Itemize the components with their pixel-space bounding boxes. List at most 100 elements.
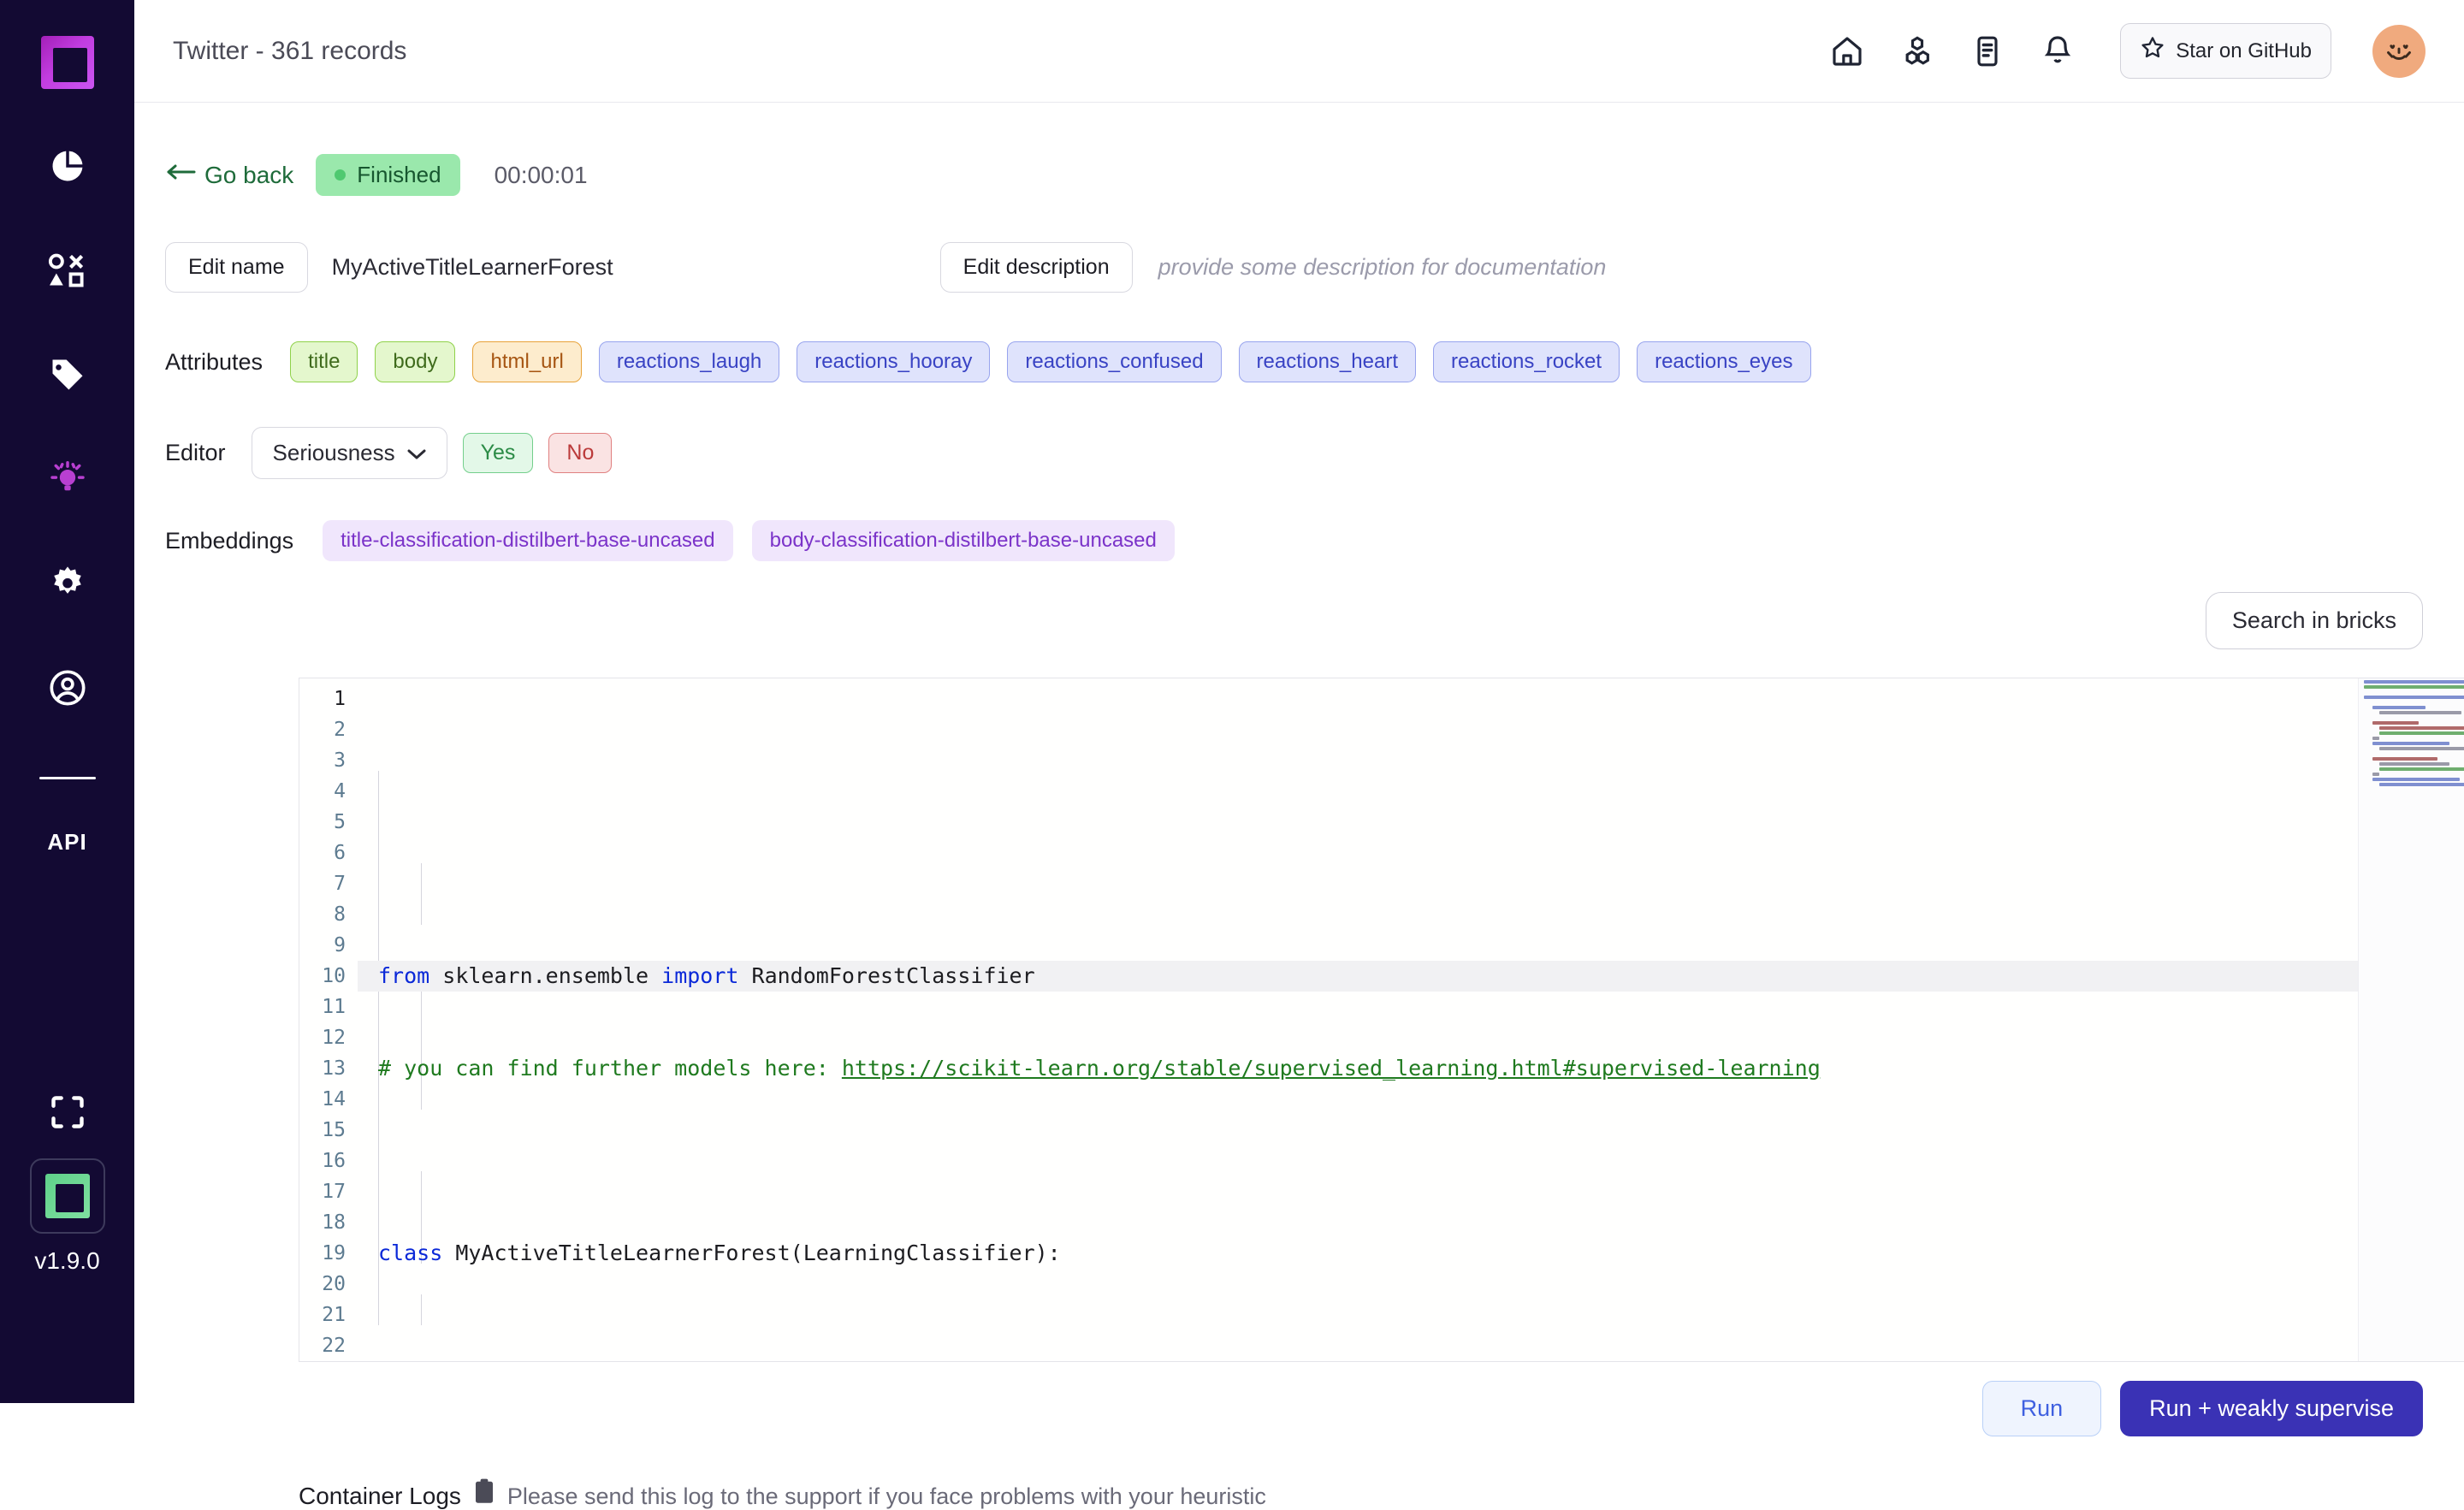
sidebar-item-labeling[interactable]	[40, 243, 95, 298]
embedding-chip[interactable]: title-classification-distilbert-base-unc…	[323, 520, 733, 561]
line-number: 19	[322, 1242, 346, 1264]
version-logo-box	[29, 1158, 105, 1234]
app-header: Twitter - 361 records Star on GitHub	[134, 0, 2464, 103]
line-number: 5	[334, 811, 346, 833]
container-logs-section: Container Logs Please send this log to t…	[299, 1478, 1266, 1510]
code-line: class MyActiveTitleLearnerForest(Learnin…	[378, 1241, 1061, 1265]
description-placeholder: provide some description for documentati…	[1158, 253, 1607, 280]
status-badge-label: Finished	[357, 162, 441, 187]
attribute-chip[interactable]: reactions_laugh	[598, 341, 780, 382]
code-editor[interactable]: 1 2 3 4 5 6 7 8 9 10 11 12 13 14 15 16 1…	[299, 678, 2464, 1362]
sidebar-item-overview[interactable]	[40, 139, 95, 193]
line-number: 13	[322, 1057, 346, 1080]
status-row: Go back Finished 00:00:01	[165, 154, 2464, 196]
star-on-github-label: Star on GitHub	[2176, 38, 2312, 62]
sidebar-item-api[interactable]: API	[47, 829, 86, 856]
go-back-label: Go back	[204, 161, 294, 188]
status-badge: Finished	[316, 154, 460, 196]
version-label: v1.9.0	[34, 1247, 100, 1274]
labeling-task-value: Seriousness	[272, 440, 395, 465]
chevron-down-icon	[407, 440, 426, 466]
shapes-icon	[48, 252, 87, 288]
line-number: 14	[322, 1088, 346, 1110]
sidebar-divider	[38, 777, 96, 779]
code-line: from sklearn.ensemble import RandomFores…	[358, 961, 2464, 992]
editor-label: Editor	[165, 440, 226, 465]
bell-icon[interactable]	[2038, 32, 2077, 71]
nodes-icon[interactable]	[1898, 32, 1937, 71]
main-content: Go back Finished 00:00:01 Edit name MyAc…	[134, 103, 2464, 1509]
code-text[interactable]: from sklearn.ensemble import RandomFores…	[358, 678, 2464, 1361]
attribute-chip[interactable]: reactions_eyes	[1637, 341, 1811, 382]
line-number: 16	[322, 1150, 346, 1172]
sidebar-item-expand[interactable]	[40, 1085, 95, 1140]
label-option-yes[interactable]: Yes	[462, 433, 534, 473]
line-number: 3	[334, 749, 346, 772]
label-option-no[interactable]: No	[548, 433, 613, 473]
sidebar-item-heuristics[interactable]	[40, 452, 95, 506]
line-number: 21	[322, 1304, 346, 1326]
line-number: 10	[322, 965, 346, 987]
tag-icon	[50, 357, 86, 393]
line-number: 11	[322, 996, 346, 1018]
embeddings-label: Embeddings	[165, 527, 294, 554]
status-dot-icon	[335, 169, 346, 181]
header-actions: Star on GitHub	[1827, 23, 2426, 79]
line-number: 20	[322, 1273, 346, 1295]
heuristic-name: MyActiveTitleLearnerForest	[331, 253, 613, 280]
star-on-github-button[interactable]: Star on GitHub	[2120, 23, 2331, 79]
page-title: Twitter - 361 records	[173, 36, 407, 65]
attributes-label: Attributes	[165, 348, 264, 375]
attribute-chip[interactable]: reactions_rocket	[1432, 341, 1620, 382]
embeddings-row: Embeddings title-classification-distilbe…	[165, 520, 2464, 561]
line-number: 1	[334, 688, 346, 710]
run-button[interactable]: Run	[1981, 1381, 2102, 1436]
editor-actions: Run Run + weakly supervise	[1981, 1381, 2423, 1436]
line-number: 4	[334, 780, 346, 802]
attribute-chip[interactable]: reactions_hooray	[797, 341, 991, 382]
line-number: 18	[322, 1211, 346, 1234]
run-weakly-supervise-button[interactable]: Run + weakly supervise	[2120, 1381, 2423, 1436]
user-circle-icon	[49, 669, 86, 707]
star-icon	[2140, 35, 2165, 67]
lightbulb-icon	[49, 460, 86, 498]
line-number: 7	[334, 873, 346, 895]
sidebar: API v1.9.0	[0, 0, 134, 1403]
expand-icon	[49, 1093, 86, 1131]
app-logo-icon[interactable]	[40, 36, 94, 89]
attribute-chip[interactable]: reactions_heart	[1238, 341, 1416, 382]
avatar[interactable]	[2372, 24, 2426, 78]
editor-minimap[interactable]	[2358, 678, 2464, 1361]
sidebar-item-account[interactable]	[40, 660, 95, 715]
attribute-chip[interactable]: html_url	[472, 341, 582, 382]
sidebar-item-settings[interactable]	[40, 556, 95, 611]
run-timer: 00:00:01	[494, 161, 588, 188]
embedding-chip[interactable]: body-classification-distilbert-base-unca…	[751, 520, 1175, 561]
line-number: 22	[322, 1335, 346, 1357]
go-back-button[interactable]: Go back	[165, 161, 293, 189]
gear-icon	[50, 566, 86, 601]
sidebar-item-tags[interactable]	[40, 347, 95, 402]
meta-row: Edit name MyActiveTitleLearnerForest Edi…	[165, 237, 2464, 297]
editor-row: Editor Seriousness Yes No	[165, 427, 2464, 479]
line-number: 9	[334, 934, 346, 956]
pie-chart-icon	[50, 148, 86, 184]
search-in-bricks-button[interactable]: Search in bricks	[2205, 592, 2423, 649]
attribute-chip[interactable]: title	[290, 341, 358, 382]
attributes-row: Attributes title body html_url reactions…	[165, 341, 2464, 382]
edit-name-button[interactable]: Edit name	[165, 241, 308, 293]
arrow-left-icon	[165, 161, 198, 189]
clipboard-icon[interactable]	[473, 1478, 495, 1508]
line-number: 2	[334, 719, 346, 741]
attribute-chip[interactable]: reactions_confused	[1007, 341, 1222, 382]
line-number: 15	[322, 1119, 346, 1141]
attribute-chip[interactable]: body	[375, 341, 456, 382]
code-line: # you can find further models here: http…	[378, 1056, 1821, 1081]
home-icon[interactable]	[1827, 32, 1867, 71]
container-logs-note: Please send this log to the support if y…	[506, 1483, 1266, 1509]
labeling-task-select[interactable]: Seriousness	[251, 427, 447, 479]
edit-description-button[interactable]: Edit description	[939, 241, 1133, 293]
document-icon[interactable]	[1968, 32, 2007, 71]
container-logs-title: Container Logs	[299, 1483, 461, 1509]
